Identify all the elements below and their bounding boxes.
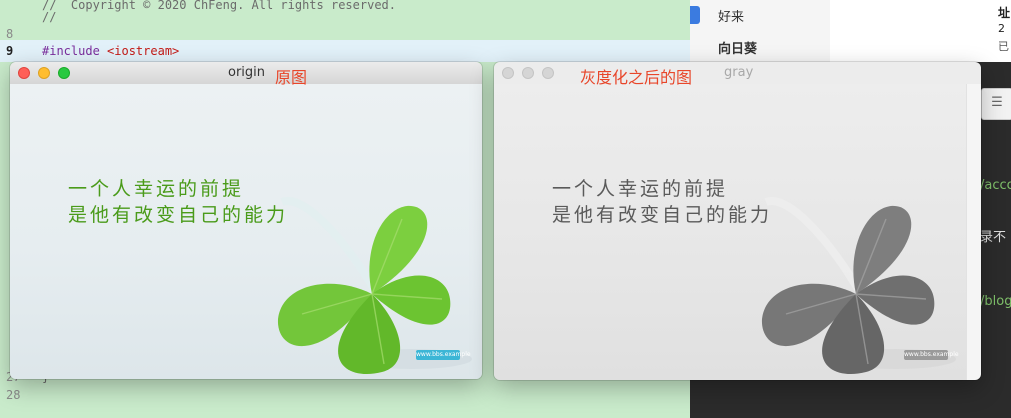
list-icon[interactable]: ☰: [981, 88, 1011, 120]
watermark: www.bbs.example: [416, 350, 471, 360]
zoom-button[interactable]: [58, 67, 70, 79]
code-line-current: 9 #include <iostream>: [0, 40, 690, 62]
tagline-line: 是他有改变自己的能力: [552, 204, 773, 226]
code-text: #include <iostream>: [42, 40, 179, 62]
include-header: <iostream>: [107, 44, 180, 58]
window-title: origin: [228, 65, 266, 80]
chat-name: 向日葵: [718, 42, 758, 57]
tagline-line: 一个人幸运的前提: [552, 178, 729, 200]
minimize-button[interactable]: [522, 67, 534, 79]
doc-text: 已: [998, 40, 1009, 53]
zoom-button[interactable]: [542, 67, 554, 79]
tagline-line: 是他有改变自己的能力: [68, 204, 289, 226]
image-canvas: 一个人幸运的前提 是他有改变自己的能力 www.bbs.example: [494, 84, 967, 380]
line-number: 9: [6, 44, 14, 58]
minimize-button[interactable]: [38, 67, 50, 79]
close-button[interactable]: [502, 67, 514, 79]
image-canvas: 一个人幸运的前提 是他有改变自己的能力 www.bbs.example: [10, 84, 482, 379]
tagline-text: 一个人幸运的前提 是他有改变自己的能力: [68, 176, 288, 228]
origin-annotation-label: 原图: [275, 68, 308, 87]
scrollbar[interactable]: [966, 84, 981, 380]
tagline-text: 一个人幸运的前提 是他有改变自己的能力: [552, 176, 772, 228]
window-title: gray: [724, 65, 754, 80]
title-bar[interactable]: gray: [494, 62, 981, 85]
tagline-line: 一个人幸运的前提: [68, 178, 245, 200]
chat-item[interactable]: 好来: [690, 0, 830, 30]
doc-text: 址: [998, 6, 1011, 20]
blog-text: /blog: [980, 294, 1011, 309]
gray-window[interactable]: gray 一个人幸运的前提 是他有改变自己的能力 www.bbs.example: [494, 62, 981, 380]
blog-text: /acco: [980, 178, 1011, 193]
blog-text: 录不: [980, 230, 1007, 245]
close-button[interactable]: [18, 67, 30, 79]
gray-annotation-label: 灰度化之后的图: [580, 68, 693, 87]
title-bar[interactable]: origin: [10, 62, 482, 85]
origin-window[interactable]: origin 一个人幸运的前提 是他有改变自己的能力 www.bbs.examp…: [10, 62, 482, 379]
line-number: 28: [6, 388, 21, 402]
doc-text: 2: [998, 22, 1005, 35]
chat-name: 好来: [718, 10, 745, 25]
chat-item[interactable]: 向日葵: [690, 32, 830, 62]
include-directive: #include: [42, 44, 108, 58]
chat-list: 好来 向日葵: [690, 0, 831, 62]
doc-pane: 址 2 已: [830, 0, 1011, 62]
avatar: [690, 6, 700, 24]
watermark: www.bbs.example: [904, 350, 959, 360]
code-line: 28: [0, 384, 690, 406]
